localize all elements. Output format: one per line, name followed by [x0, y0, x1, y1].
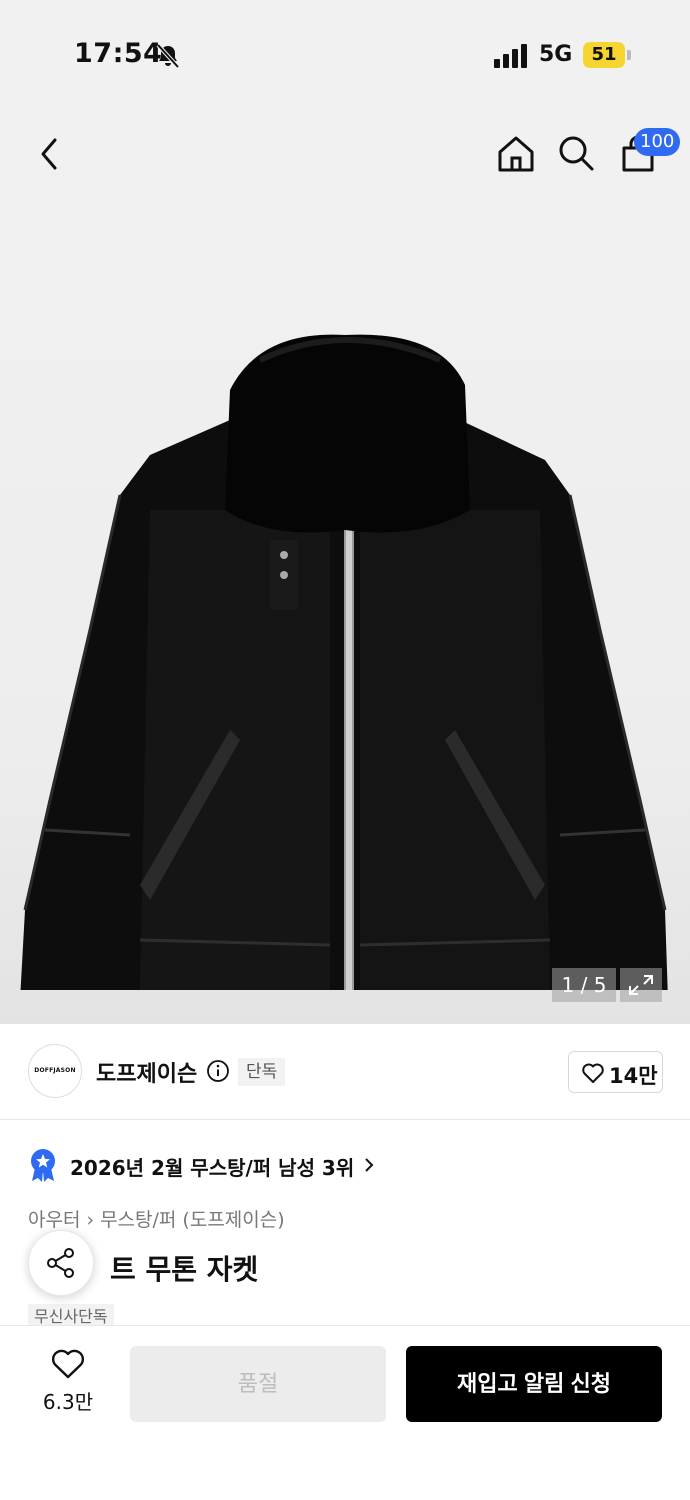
expand-image-button[interactable]: [620, 968, 662, 1002]
wishlist-count: 6.3만: [42, 1390, 94, 1414]
breadcrumb-category[interactable]: 아우터: [28, 1209, 80, 1231]
breadcrumb-subcategory[interactable]: 무스탕/퍼 (도프제이슨): [100, 1209, 285, 1231]
share-button[interactable]: [28, 1230, 94, 1296]
brand-like-count: 14만: [609, 1064, 658, 1088]
bottom-action-bar: 6.3만 품절 재입고 알림 신청: [0, 1325, 690, 1500]
product-title-text: 트 무톤 자켓: [110, 1253, 259, 1286]
search-button[interactable]: [552, 130, 600, 178]
share-icon: [47, 1248, 74, 1278]
home-icon: [498, 136, 534, 172]
heart-icon: [51, 1349, 85, 1379]
bell-off-icon: [156, 43, 180, 69]
info-icon[interactable]: [206, 1059, 230, 1083]
network-type: 5G: [539, 42, 573, 67]
product-image-jacket[interactable]: [0, 210, 690, 990]
signal-icon: [494, 44, 527, 68]
brand-name[interactable]: 도프제이슨: [96, 1056, 197, 1088]
wishlist-button[interactable]: 6.3만: [36, 1348, 100, 1418]
brand-logo[interactable]: DOFFJASON: [28, 1044, 82, 1098]
cart-count-badge: 100: [634, 128, 681, 156]
battery-indicator: 51: [583, 42, 625, 68]
expand-icon: [629, 975, 653, 995]
back-icon: [41, 138, 57, 170]
chevron-right-icon: [365, 1158, 374, 1172]
status-bar: 17:54 5G 51: [0, 0, 690, 110]
soldout-button: 품절: [130, 1346, 386, 1422]
chevron-right-icon: ›: [86, 1209, 95, 1231]
battery-tip: [627, 50, 631, 60]
image-counter: 1 / 5: [552, 968, 616, 1002]
restock-alert-button[interactable]: 재입고 알림 신청: [406, 1346, 662, 1422]
top-navigation: [0, 110, 690, 200]
exclusive-tag: 단독: [238, 1058, 286, 1086]
home-button[interactable]: [492, 130, 540, 178]
heart-icon: [582, 1063, 604, 1083]
brand-row: DOFFJASON 도프제이슨 단독 14만: [0, 1024, 690, 1120]
medal-icon: [31, 1149, 55, 1182]
status-time: 17:54: [74, 38, 163, 69]
back-button[interactable]: [28, 130, 76, 178]
ranking-text: 2026년 2월 무스탕/퍼 남성 3위: [70, 1156, 355, 1180]
brand-like-button[interactable]: 14만: [568, 1051, 663, 1093]
search-icon: [559, 136, 594, 171]
breadcrumb: 아우터 › 무스탕/퍼 (도프제이슨): [28, 1205, 285, 1232]
product-gallery[interactable]: 1 / 5: [0, 110, 690, 1024]
ranking-link[interactable]: 2026년 2월 무스탕/퍼 남성 3위: [28, 1148, 428, 1182]
